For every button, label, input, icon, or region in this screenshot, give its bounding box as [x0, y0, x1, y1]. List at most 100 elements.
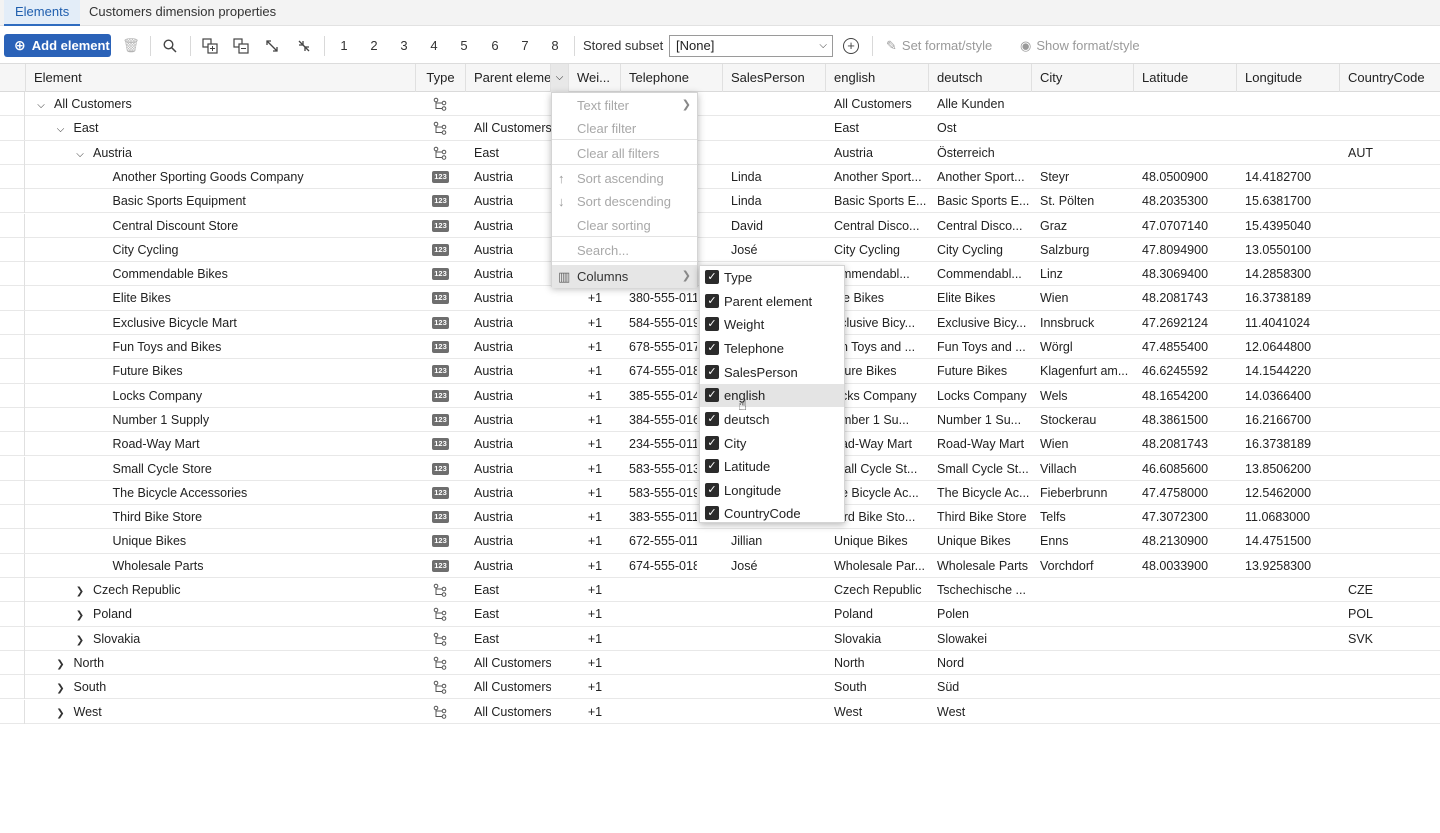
level-6-button[interactable]: 6 [480, 27, 510, 64]
add-element-button[interactable]: ⊕ Add element [4, 34, 111, 57]
cell-weight[interactable]: +1 [569, 408, 621, 432]
cell-longitude[interactable]: 12.0644800 [1237, 335, 1340, 359]
cell-longitude[interactable]: 14.1544220 [1237, 359, 1340, 383]
cell-weight[interactable]: +1 [569, 311, 621, 335]
cell-salesperson[interactable] [723, 675, 826, 699]
cell-weight[interactable]: +1 [569, 627, 621, 651]
cell-weight[interactable]: +1 [569, 359, 621, 383]
cell-latitude[interactable]: 47.3072300 [1134, 505, 1237, 529]
row-header[interactable] [0, 432, 25, 457]
cell-latitude[interactable]: 48.2130900 [1134, 529, 1237, 553]
row-header[interactable] [0, 407, 25, 432]
column-toggle-city[interactable]: ✓ City [700, 432, 844, 455]
cell-deutsch[interactable]: West [929, 700, 1029, 724]
cell-weight[interactable]: +1 [569, 529, 621, 553]
cell-telephone[interactable]: 583-555-0192 [621, 481, 697, 505]
level-2-button[interactable]: 2 [359, 27, 389, 64]
cell-english[interactable]: East [826, 116, 929, 140]
cell-city[interactable]: Vorchdorf [1032, 554, 1134, 578]
row-header[interactable] [0, 164, 25, 189]
cell-countrycode[interactable] [1340, 238, 1440, 262]
cell-english[interactable]: North [826, 651, 929, 675]
cell-city[interactable]: Wien [1032, 432, 1134, 456]
column-toggle-telephone[interactable]: ✓ Telephone [700, 337, 844, 360]
menu-item-columns[interactable]: ▥ Columns ❯ [552, 265, 697, 288]
cell-telephone[interactable]: 384-555-0169 [621, 408, 697, 432]
cell-countrycode[interactable] [1340, 675, 1440, 699]
cell-city[interactable]: Wien [1032, 286, 1134, 310]
cell-parent-element[interactable]: Austria [466, 311, 551, 335]
checkbox-checked-icon[interactable]: ✓ [705, 293, 719, 308]
cell-countrycode[interactable] [1340, 651, 1440, 675]
cell-latitude[interactable]: 48.1654200 [1134, 384, 1237, 408]
cell-english[interactable]: South [826, 675, 929, 699]
level-5-button[interactable]: 5 [449, 27, 479, 64]
cell-parent-element[interactable]: East [466, 627, 551, 651]
cell-english[interactable]: Poland [826, 602, 929, 626]
cell-parent-element[interactable]: Austria [466, 286, 551, 310]
cell-telephone[interactable] [621, 627, 697, 651]
expand-all-icon[interactable] [258, 27, 286, 64]
checkbox-checked-icon[interactable]: ✓ [705, 317, 719, 331]
chevron-down-icon[interactable]: ⌵ [54, 118, 68, 142]
table-row[interactable]: Unique Bikes 123 Austria +1672-555-0112 Jill… [0, 529, 1440, 554]
cell-deutsch[interactable]: The Bicycle Ac... [929, 481, 1029, 505]
cell-english[interactable]: City Cycling [826, 238, 929, 262]
cell-weight[interactable]: +1 [569, 286, 621, 310]
cell-element[interactable]: Locks Company [93, 384, 203, 408]
cell-weight[interactable]: +1 [569, 432, 621, 456]
cell-weight[interactable]: +1 [569, 602, 621, 626]
table-row[interactable]: ❯ Czech Republic East +1 Czech Republic Tsche… [0, 578, 1440, 603]
cell-telephone[interactable] [621, 578, 697, 602]
cell-countrycode[interactable] [1340, 700, 1440, 724]
checkbox-checked-icon[interactable]: ✓ [705, 341, 719, 355]
cell-element[interactable]: ❯ South [54, 675, 106, 699]
cell-latitude[interactable] [1134, 651, 1237, 675]
cell-salesperson[interactable]: David [723, 214, 826, 238]
column-header-element[interactable]: Element [26, 64, 416, 92]
cell-weight[interactable]: +1 [569, 700, 621, 724]
cell-longitude[interactable] [1237, 602, 1340, 626]
chevron-right-icon[interactable]: ❯ [73, 629, 87, 653]
cell-longitude[interactable]: 14.2858300 [1237, 262, 1340, 286]
cell-countrycode[interactable] [1340, 286, 1440, 310]
cell-latitude[interactable] [1134, 627, 1237, 651]
row-header[interactable] [0, 286, 25, 311]
cell-deutsch[interactable]: Österreich [929, 141, 1029, 165]
cell-element[interactable]: Number 1 Supply [93, 408, 210, 432]
expand-children-icon[interactable] [196, 27, 224, 64]
chevron-right-icon[interactable]: ❯ [54, 653, 68, 677]
cell-parent-element[interactable]: Austria [466, 554, 551, 578]
cell-salesperson[interactable] [723, 627, 826, 651]
cell-parent-element[interactable]: Austria [466, 505, 551, 529]
checkbox-checked-icon[interactable]: ✓ [705, 388, 719, 402]
cell-element[interactable]: City Cycling [93, 238, 179, 262]
cell-latitude[interactable]: 48.0033900 [1134, 554, 1237, 578]
cell-city[interactable]: Enns [1032, 529, 1134, 553]
cell-parent-element[interactable]: Austria [466, 384, 551, 408]
cell-salesperson[interactable]: Linda [723, 165, 826, 189]
menu-item-sort-ascending[interactable]: ↑ Sort ascending [552, 167, 697, 190]
cell-countrycode[interactable]: POL [1340, 602, 1440, 626]
cell-longitude[interactable] [1237, 116, 1340, 140]
cell-countrycode[interactable] [1340, 554, 1440, 578]
cell-latitude[interactable]: 48.3861500 [1134, 408, 1237, 432]
column-header-deutsch[interactable]: deutsch [929, 64, 1032, 92]
cell-city[interactable] [1032, 700, 1134, 724]
checkbox-checked-icon[interactable]: ✓ [705, 459, 719, 473]
cell-english[interactable]: Unique Bikes [826, 529, 929, 553]
checkbox-checked-icon[interactable]: ✓ [705, 412, 719, 426]
row-header[interactable] [0, 310, 25, 335]
table-row[interactable]: Basic Sports Equipment123Austria5LindaBa… [0, 189, 1440, 214]
cell-city[interactable] [1032, 578, 1134, 602]
column-toggle-salesperson[interactable]: ✓ SalesPerson [700, 361, 844, 384]
cell-longitude[interactable]: 14.4182700 [1237, 165, 1340, 189]
cell-longitude[interactable] [1237, 627, 1340, 651]
row-header[interactable] [0, 480, 25, 505]
collapse-children-icon[interactable] [227, 27, 255, 64]
table-row[interactable]: ❯ Poland East +1 Poland Polen POL [0, 602, 1440, 627]
cell-telephone[interactable]: 234-555-0112 [621, 432, 697, 456]
cell-city[interactable]: Graz [1032, 214, 1134, 238]
row-header[interactable] [0, 92, 25, 116]
cell-latitude[interactable] [1134, 116, 1237, 140]
